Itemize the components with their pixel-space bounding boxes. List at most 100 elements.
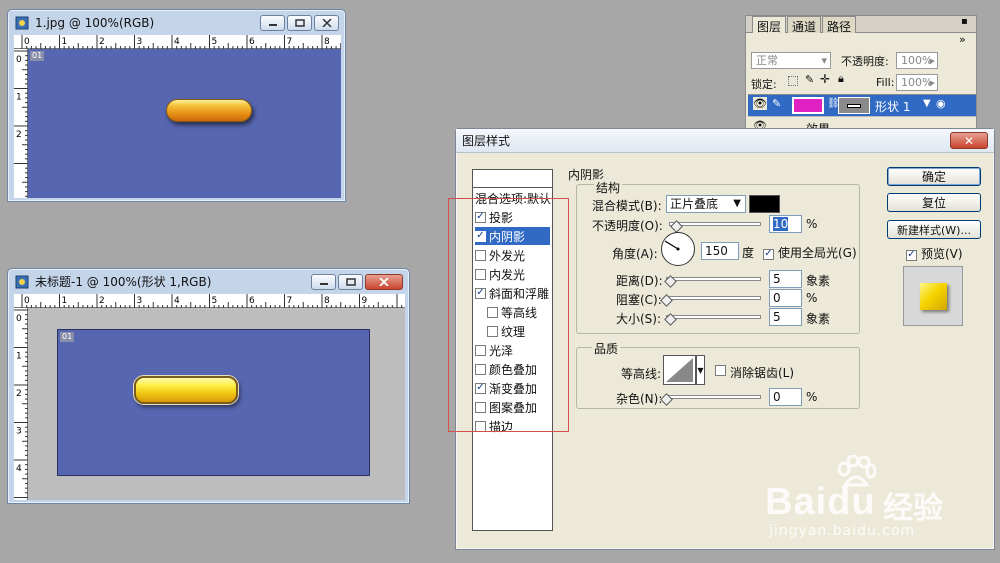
slice-tag: 01	[30, 51, 45, 61]
choke-slider[interactable]	[666, 296, 761, 300]
angle-input[interactable]: 150	[701, 242, 739, 260]
ruler-label: 3	[16, 427, 22, 437]
watermark-url: jingyan.baidu.com	[769, 523, 916, 539]
structure-title: 结构	[594, 179, 623, 196]
pasteboard[interactable]: 01	[28, 308, 405, 500]
blend-mode-select[interactable]: 正常 ▾	[751, 52, 831, 69]
angle-dial[interactable]	[661, 232, 695, 266]
ruler-label: 1	[62, 37, 68, 47]
document-window-2[interactable]: 未标题-1 @ 100%(形状 1,RGB) 0123456789 01234 …	[7, 268, 410, 504]
layer-name: 形状 1	[875, 100, 911, 114]
annotation-highlight-box	[448, 198, 569, 432]
lock-icon[interactable]: 🔒︎	[838, 72, 844, 86]
distance-input[interactable]: 5	[769, 270, 802, 288]
ok-button[interactable]: 确定	[887, 167, 981, 186]
fill-label: Fill:	[876, 76, 895, 89]
horizontal-ruler[interactable]: 0 1 2 3 4 5 6 7 8 9	[14, 294, 405, 308]
ruler-label: 1	[16, 352, 22, 362]
ruler-label: 2	[16, 389, 22, 399]
new-style-button[interactable]: 新建样式(W)...	[887, 220, 981, 239]
blend-mode-dropdown[interactable]: 正片叠底 ▼	[666, 195, 746, 213]
ruler-label: 1	[16, 93, 22, 103]
angle-label: 角度(A):	[612, 247, 658, 261]
horizontal-ruler[interactable]: 0 1 2 3 4 5 6 7 8	[14, 35, 342, 49]
reset-button[interactable]: 复位	[887, 193, 981, 212]
dialog-title: 图层样式	[462, 134, 511, 148]
layer-row-shape-1[interactable]: 👁︎ ✎ ⛓︎ 形状 1 ▼ ◉	[748, 94, 976, 116]
close-button[interactable]	[365, 274, 403, 290]
opacity-label: 不透明度:	[841, 55, 889, 68]
choke-label: 阻塞(C):	[616, 293, 662, 307]
size-label: 大小(S):	[616, 312, 662, 326]
ruler-label: 7	[287, 296, 293, 306]
noise-slider[interactable]	[666, 395, 761, 399]
brush-link-icon[interactable]: ✎	[772, 97, 781, 110]
maximize-button[interactable]	[338, 274, 363, 290]
panel-collapse-icon[interactable]: ▪	[961, 16, 968, 27]
antialias-checkbox[interactable]	[715, 365, 729, 379]
fx-icon: ◉	[936, 97, 946, 110]
angle-needle-icon	[664, 240, 680, 251]
ruler-label: 0	[16, 314, 22, 324]
fill-input[interactable]: 100% ▸	[896, 74, 938, 91]
distance-slider[interactable]	[666, 277, 761, 281]
distance-label: 距离(D):	[616, 274, 663, 288]
ruler-label: 3	[137, 296, 143, 306]
watermark-brand: Baidu	[765, 481, 876, 523]
canvas[interactable]: 01	[57, 329, 370, 476]
ruler-label: 6	[249, 37, 255, 47]
styles-header-divider	[473, 187, 552, 188]
choke-input[interactable]: 0	[769, 289, 802, 307]
preview-swatch	[919, 282, 947, 310]
size-slider[interactable]	[666, 315, 761, 319]
ruler-label: 0	[16, 55, 22, 65]
vertical-ruler[interactable]: 0 1 2	[14, 49, 28, 198]
contour-label: 等高线:	[621, 367, 662, 381]
minimize-button[interactable]	[260, 15, 285, 31]
ruler-label: 6	[249, 296, 255, 306]
shadow-color-swatch[interactable]	[749, 195, 780, 213]
fx-expand-icon[interactable]: ▼	[923, 98, 931, 109]
preview-checkbox[interactable]: ✓	[906, 246, 920, 261]
tab-paths[interactable]: 路径	[822, 16, 857, 34]
opacity-percent: %	[806, 217, 818, 231]
distance-unit: 象素	[806, 274, 831, 288]
lock-transparent-icon[interactable]	[788, 76, 798, 86]
tab-layers[interactable]: 图层	[752, 16, 787, 34]
window-2-title: 未标题-1 @ 100%(形状 1,RGB)	[35, 275, 212, 289]
visibility-eye-icon[interactable]: 👁︎	[753, 97, 767, 110]
minimize-button[interactable]	[311, 274, 336, 290]
opacity-input[interactable]: 100% ▸	[896, 52, 938, 69]
move-icon[interactable]: ✛	[820, 72, 830, 86]
panel-menu-icon[interactable]: »	[959, 33, 966, 46]
global-light-checkbox[interactable]: ✓	[763, 245, 777, 260]
ruler-label: 2	[99, 296, 105, 306]
preview-label: 预览(V)	[921, 247, 963, 261]
contour-dropdown-arrow[interactable]: ▼	[696, 355, 705, 385]
size-input[interactable]: 5	[769, 308, 802, 326]
tab-channels[interactable]: 通道	[787, 16, 822, 34]
opacity-label: 不透明度(O):	[592, 219, 663, 233]
maximize-button[interactable]	[287, 15, 312, 31]
vertical-ruler[interactable]: 0 1 2 3 4	[14, 308, 28, 500]
contour-linear-icon	[666, 358, 693, 382]
noise-input[interactable]: 0	[769, 388, 802, 406]
close-button[interactable]	[314, 15, 339, 31]
dialog-close-button[interactable]: ✕	[950, 132, 988, 149]
ruler-label: 4	[174, 296, 180, 306]
angle-unit: 度	[742, 246, 755, 260]
contour-picker[interactable]	[663, 355, 696, 385]
ruler-label: 1	[62, 296, 68, 306]
photoshop-doc-icon	[14, 15, 30, 31]
ruler-label: 2	[99, 37, 105, 47]
opacity-slider[interactable]	[669, 222, 761, 226]
ruler-label: 3	[137, 37, 143, 47]
document-window-1[interactable]: 1.jpg @ 100%(RGB) 012345678 012 01	[7, 9, 346, 202]
brush-icon[interactable]: ✎	[805, 73, 814, 86]
global-light-label: 使用全局光(G)	[778, 246, 857, 260]
canvas[interactable]: 01	[28, 49, 341, 198]
slice-tag: 01	[60, 332, 75, 342]
opacity-input[interactable]: 10	[769, 215, 802, 233]
blend-mode-label: 混合模式(B):	[592, 199, 662, 213]
dialog-titlebar[interactable]: 图层样式	[456, 129, 994, 153]
